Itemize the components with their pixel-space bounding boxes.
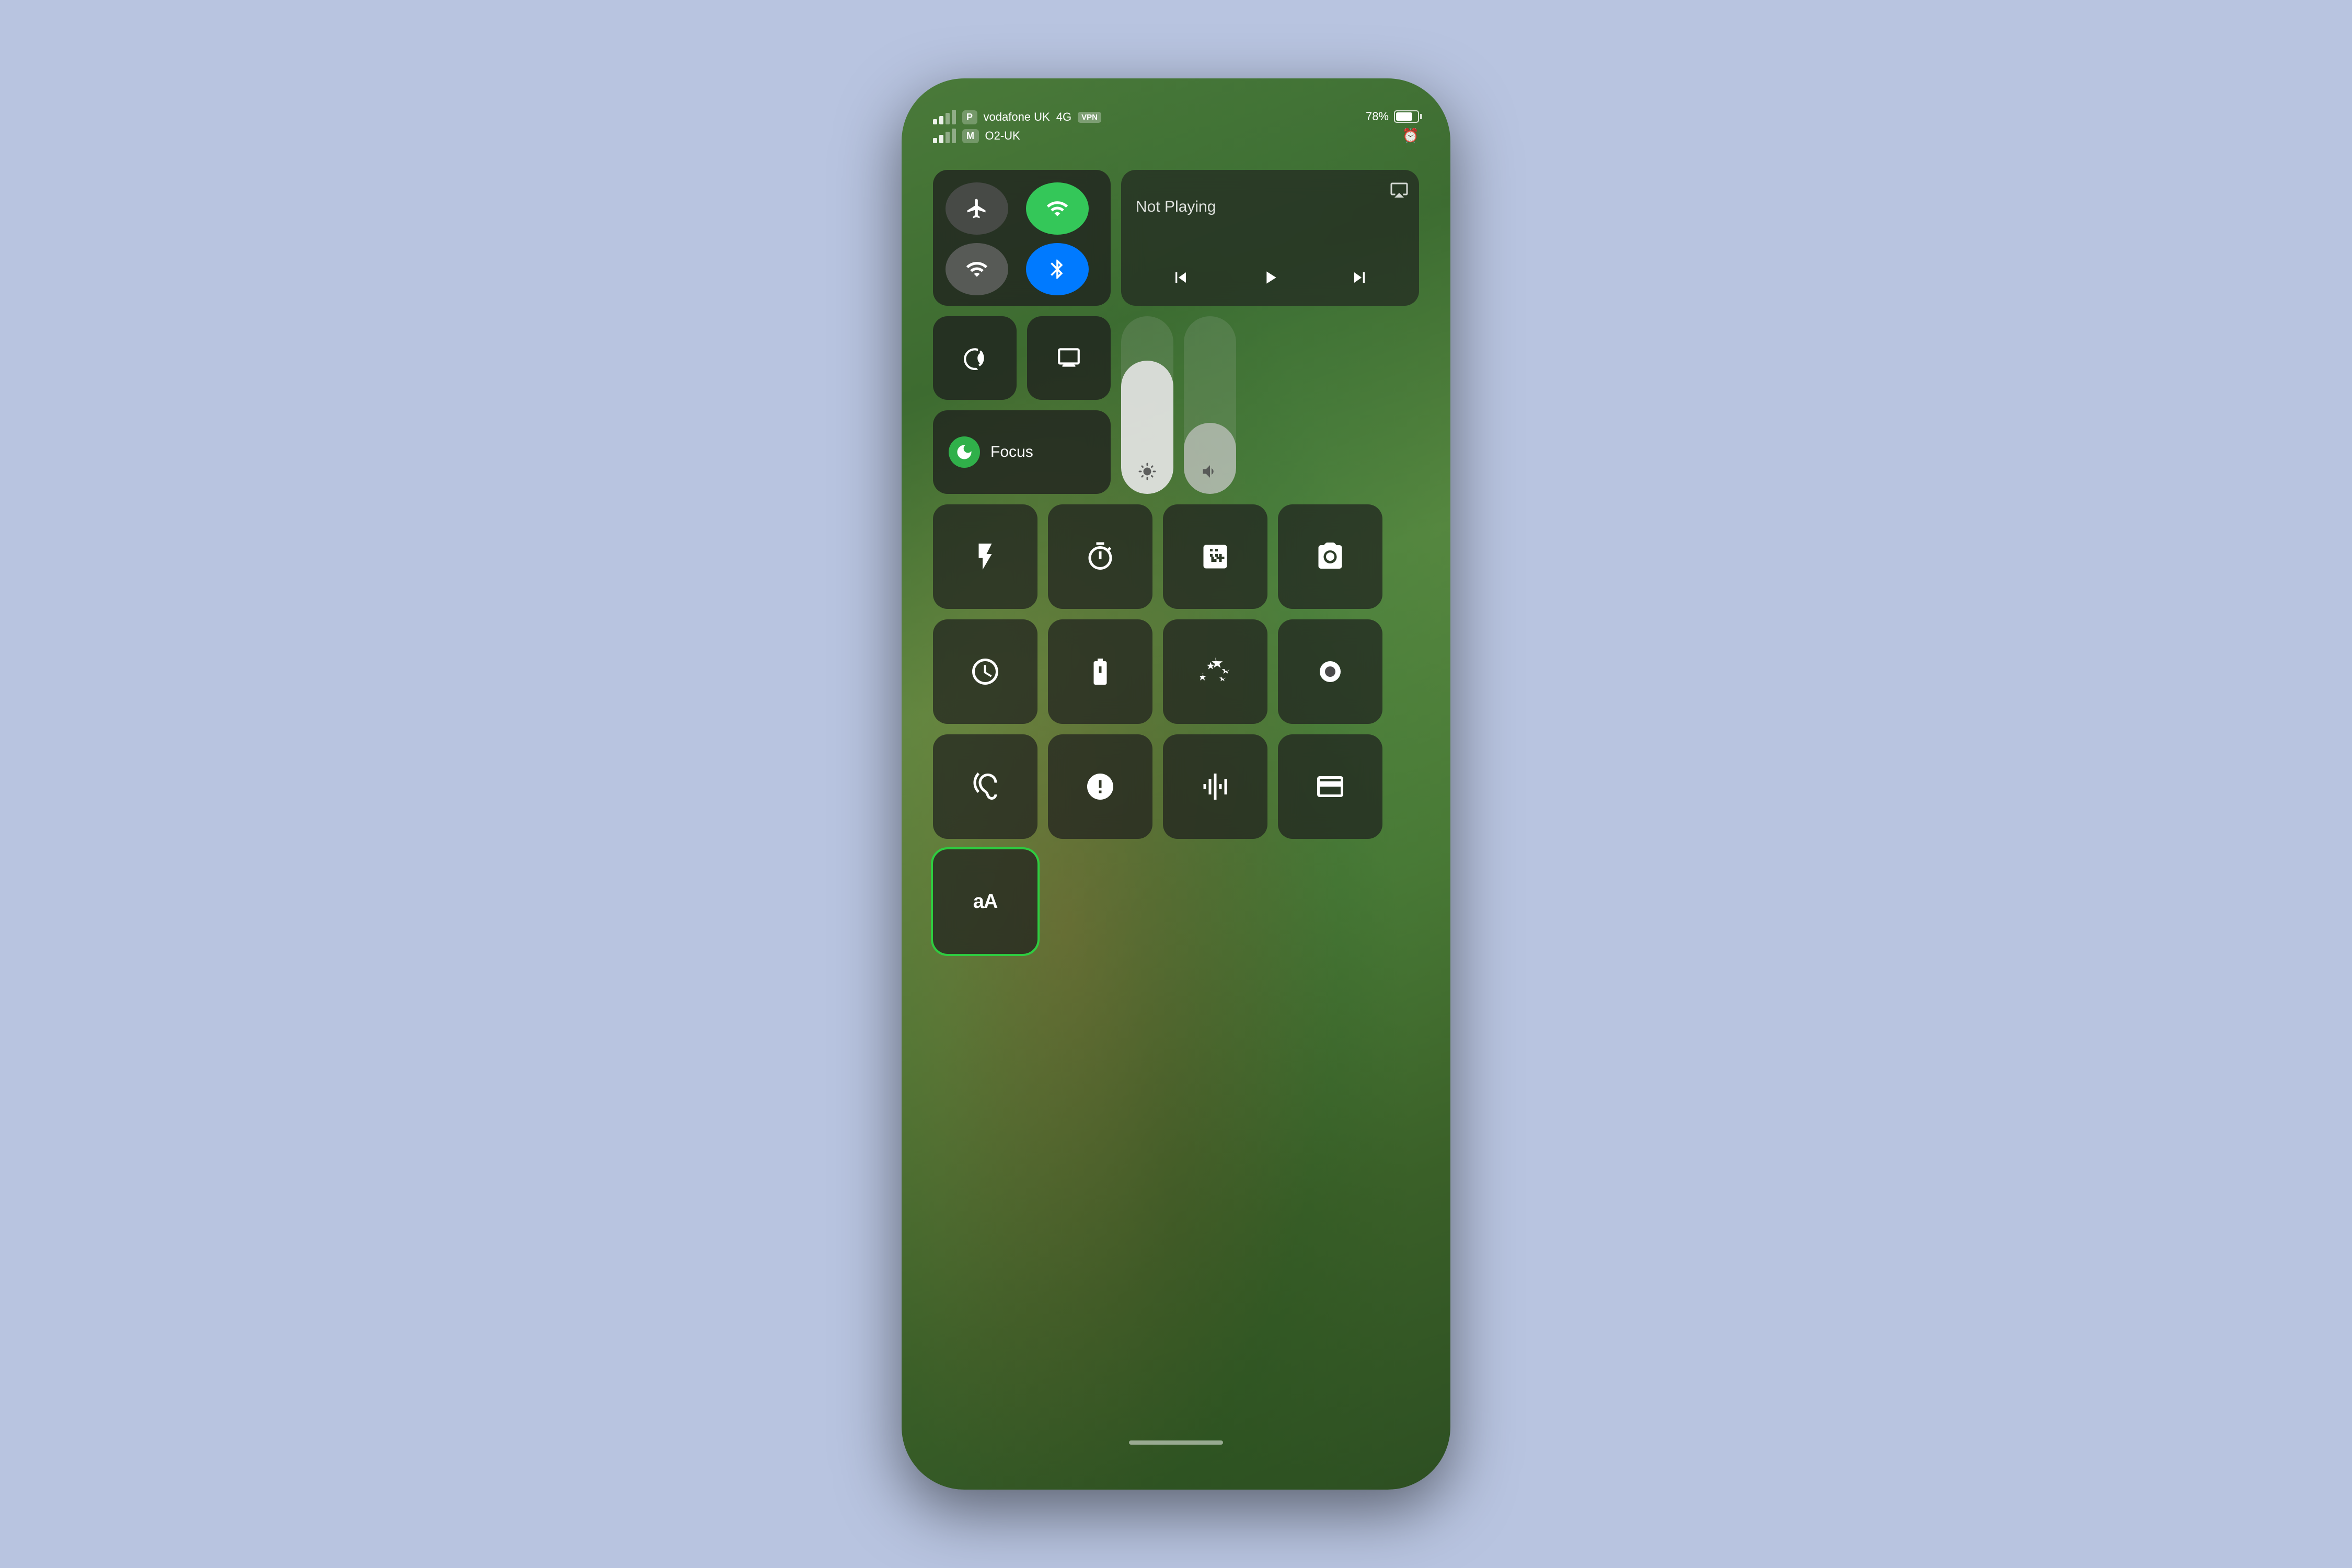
battery-percentage: 78%	[1366, 110, 1389, 123]
wifi-button[interactable]	[946, 243, 1008, 295]
airplane-mode-button[interactable]	[946, 182, 1008, 235]
screen-record-button[interactable]	[1278, 619, 1382, 724]
vpn-badge: VPN	[1078, 112, 1101, 123]
carrier2-name: O2-UK	[985, 129, 1020, 143]
not-playing-text: Not Playing	[1136, 198, 1404, 216]
carrier1-network: 4G	[1056, 110, 1071, 124]
focus-label: Focus	[990, 443, 1033, 461]
alarm-icon: ⏰	[1402, 128, 1419, 143]
carrier1-name: vodafone UK	[984, 110, 1050, 124]
carrier2-badge: M	[962, 129, 979, 143]
flashlight-button[interactable]	[933, 504, 1037, 609]
airplay-icon[interactable]	[1390, 180, 1409, 199]
camera-button[interactable]	[1278, 504, 1382, 609]
bluetooth-button[interactable]	[1026, 243, 1089, 295]
brightness-slider[interactable]	[1121, 316, 1173, 494]
text-size-label: aA	[973, 891, 998, 913]
timer-button[interactable]	[1048, 504, 1152, 609]
row6-icons: aA	[933, 849, 1419, 954]
clock-button[interactable]	[933, 619, 1037, 724]
now-playing-tile: Not Playing	[1121, 170, 1419, 306]
media-controls	[1136, 267, 1404, 293]
text-size-button[interactable]: aA	[933, 849, 1037, 954]
battery-status-button[interactable]	[1048, 619, 1152, 724]
play-button[interactable]	[1260, 267, 1281, 288]
screen-mirror-button[interactable]	[1027, 316, 1111, 400]
home-bar	[1129, 1440, 1223, 1445]
rotation-lock-button[interactable]	[933, 316, 1017, 400]
carrier1-badge: P	[962, 110, 977, 124]
row5-icons	[933, 734, 1419, 839]
previous-button[interactable]	[1170, 267, 1191, 288]
status-bar: P vodafone UK 4G VPN M O2-UK	[933, 105, 1419, 149]
connectivity-tile	[933, 170, 1111, 306]
row3-icons	[933, 504, 1419, 609]
focus-button[interactable]: Focus	[933, 410, 1111, 494]
next-button[interactable]	[1349, 267, 1370, 288]
shazam-button[interactable]	[1048, 734, 1152, 839]
hearing-button[interactable]	[933, 734, 1037, 839]
home-indicator	[933, 1427, 1419, 1458]
battery-icon	[1394, 110, 1419, 123]
cellular-button[interactable]	[1026, 182, 1089, 235]
calculator-button[interactable]	[1163, 504, 1267, 609]
row4-icons	[933, 619, 1419, 724]
signal-bars-2	[933, 129, 956, 143]
volume-slider[interactable]	[1184, 316, 1236, 494]
dark-mode-button[interactable]	[1163, 619, 1267, 724]
phone-frame: P vodafone UK 4G VPN M O2-UK	[902, 78, 1450, 1490]
signal-bars-1	[933, 110, 956, 124]
wallet-button[interactable]	[1278, 734, 1382, 839]
voice-memo-button[interactable]	[1163, 734, 1267, 839]
